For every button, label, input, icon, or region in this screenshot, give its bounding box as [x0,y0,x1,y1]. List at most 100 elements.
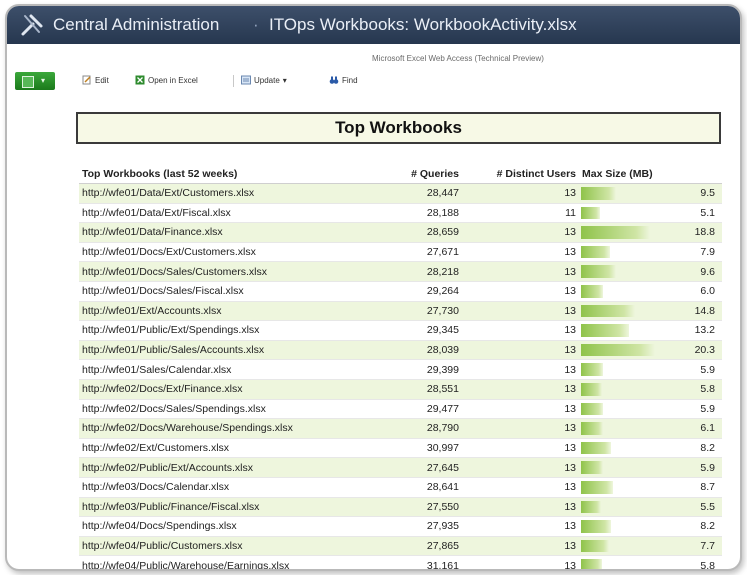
max-size-cell[interactable]: 9.5 [579,183,722,204]
table-row[interactable]: http://wfe02/Ext/Customers.xlsx 30,997 13 8… [79,438,722,459]
queries-cell[interactable]: 30,997 [382,438,462,459]
queries-cell[interactable]: 29,264 [382,281,462,302]
queries-cell[interactable]: 27,550 [382,497,462,518]
queries-cell[interactable]: 29,477 [382,399,462,420]
workbook-path-cell[interactable]: http://wfe02/Public/Ext/Accounts.xlsx [79,457,382,478]
queries-cell[interactable]: 27,935 [382,516,462,537]
queries-cell[interactable]: 27,865 [382,536,462,557]
max-size-cell[interactable]: 5.9 [579,457,722,478]
distinct-users-cell[interactable]: 13 [462,399,579,420]
max-size-cell[interactable]: 7.7 [579,536,722,557]
workbook-path-cell[interactable]: http://wfe03/Public/Finance/Fiscal.xlsx [79,497,382,518]
max-size-cell[interactable]: 5.1 [579,203,722,224]
max-size-cell[interactable]: 5.9 [579,399,722,420]
queries-cell[interactable]: 28,790 [382,418,462,439]
max-size-cell[interactable]: 7.9 [579,242,722,263]
queries-cell[interactable]: 28,188 [382,203,462,224]
edit-button[interactable]: Edit [82,75,109,85]
queries-cell[interactable]: 28,659 [382,222,462,243]
table-row[interactable]: http://wfe01/Data/Ext/Customers.xlsx 28,4… [79,183,722,204]
workbook-path-cell[interactable]: http://wfe01/Docs/Sales/Customers.xlsx [79,261,382,282]
queries-cell[interactable]: 28,551 [382,379,462,400]
max-size-cell[interactable]: 5.5 [579,497,722,518]
distinct-users-cell[interactable]: 13 [462,340,579,361]
workbook-path-cell[interactable]: http://wfe01/Data/Finance.xlsx [79,222,382,243]
distinct-users-cell[interactable]: 13 [462,359,579,380]
queries-cell[interactable]: 27,645 [382,457,462,478]
distinct-users-cell[interactable]: 13 [462,536,579,557]
max-size-cell[interactable]: 8.2 [579,516,722,537]
workbook-path-cell[interactable]: http://wfe02/Docs/Ext/Finance.xlsx [79,379,382,400]
workbook-path-cell[interactable]: http://wfe04/Public/Customers.xlsx [79,536,382,557]
distinct-users-cell[interactable]: 13 [462,261,579,282]
queries-cell[interactable]: 31,161 [382,555,462,569]
max-size-cell[interactable]: 6.0 [579,281,722,302]
distinct-users-cell[interactable]: 13 [462,242,579,263]
table-row[interactable]: http://wfe01/Data/Finance.xlsx 28,659 13 18… [79,222,722,243]
distinct-users-cell[interactable]: 13 [462,418,579,439]
file-menu-button[interactable]: ▾ [15,72,55,90]
table-row[interactable]: http://wfe01/Docs/Sales/Customers.xlsx 28… [79,261,722,282]
workbook-path-cell[interactable]: http://wfe01/Sales/Calendar.xlsx [79,359,382,380]
workbook-path-cell[interactable]: http://wfe01/Ext/Accounts.xlsx [79,301,382,322]
max-size-cell[interactable]: 9.6 [579,261,722,282]
distinct-users-cell[interactable]: 13 [462,457,579,478]
max-size-cell[interactable]: 5.8 [579,555,722,569]
table-row[interactable]: http://wfe03/Docs/Calendar.xlsx 28,641 13 8… [79,477,722,498]
table-row[interactable]: http://wfe01/Docs/Sales/Fiscal.xlsx 29,26… [79,281,722,302]
table-row[interactable]: http://wfe02/Docs/Sales/Spendings.xlsx 29… [79,399,722,420]
app-title[interactable]: Central Administration [53,6,219,44]
table-row[interactable]: http://wfe04/Docs/Spendings.xlsx 27,935 13… [79,516,722,537]
distinct-users-cell[interactable]: 13 [462,183,579,204]
queries-cell[interactable]: 29,399 [382,359,462,380]
table-row[interactable]: http://wfe01/Ext/Accounts.xlsx 27,730 13 14… [79,301,722,322]
queries-cell[interactable]: 28,218 [382,261,462,282]
table-row[interactable]: http://wfe01/Public/Ext/Spendings.xlsx 29… [79,320,722,341]
workbook-path-cell[interactable]: http://wfe02/Docs/Warehouse/Spendings.xl… [79,418,382,439]
table-row[interactable]: http://wfe04/Public/Warehouse/Earnings.x… [79,555,722,569]
workbook-path-cell[interactable]: http://wfe04/Public/Warehouse/Earnings.x… [79,555,382,569]
table-row[interactable]: http://wfe02/Public/Ext/Accounts.xlsx 27,… [79,457,722,478]
find-button[interactable]: Find [329,75,358,85]
queries-cell[interactable]: 28,039 [382,340,462,361]
max-size-cell[interactable]: 5.8 [579,379,722,400]
workbook-path-cell[interactable]: http://wfe01/Public/Sales/Accounts.xlsx [79,340,382,361]
distinct-users-cell[interactable]: 13 [462,477,579,498]
max-size-cell[interactable]: 18.8 [579,222,722,243]
workbook-path-cell[interactable]: http://wfe01/Public/Ext/Spendings.xlsx [79,320,382,341]
workbook-path-cell[interactable]: http://wfe03/Docs/Calendar.xlsx [79,477,382,498]
distinct-users-cell[interactable]: 13 [462,301,579,322]
workbook-path-cell[interactable]: http://wfe02/Docs/Sales/Spendings.xlsx [79,399,382,420]
distinct-users-cell[interactable]: 11 [462,203,579,224]
distinct-users-cell[interactable]: 13 [462,555,579,569]
max-size-cell[interactable]: 5.9 [579,359,722,380]
table-row[interactable]: http://wfe02/Docs/Warehouse/Spendings.xl… [79,418,722,439]
table-row[interactable]: http://wfe01/Sales/Calendar.xlsx 29,399 13… [79,359,722,380]
distinct-users-cell[interactable]: 13 [462,516,579,537]
distinct-users-cell[interactable]: 13 [462,438,579,459]
queries-cell[interactable]: 27,730 [382,301,462,322]
workbook-path-cell[interactable]: http://wfe01/Docs/Sales/Fiscal.xlsx [79,281,382,302]
open-in-excel-button[interactable]: Open in Excel [135,75,198,85]
max-size-cell[interactable]: 8.7 [579,477,722,498]
max-size-cell[interactable]: 8.2 [579,438,722,459]
table-row[interactable]: http://wfe01/Data/Ext/Fiscal.xlsx 28,188 1… [79,203,722,224]
distinct-users-cell[interactable]: 13 [462,281,579,302]
max-size-cell[interactable]: 14.8 [579,301,722,322]
update-menu[interactable]: Update ▾ [241,75,287,85]
workbook-path-cell[interactable]: http://wfe02/Ext/Customers.xlsx [79,438,382,459]
table-row[interactable]: http://wfe03/Public/Finance/Fiscal.xlsx 2… [79,497,722,518]
distinct-users-cell[interactable]: 13 [462,222,579,243]
distinct-users-cell[interactable]: 13 [462,320,579,341]
distinct-users-cell[interactable]: 13 [462,497,579,518]
queries-cell[interactable]: 29,345 [382,320,462,341]
workbook-path-cell[interactable]: http://wfe01/Data/Ext/Customers.xlsx [79,183,382,204]
table-row[interactable]: http://wfe01/Docs/Ext/Customers.xlsx 27,6… [79,242,722,263]
table-row[interactable]: http://wfe01/Public/Sales/Accounts.xlsx 2… [79,340,722,361]
max-size-cell[interactable]: 20.3 [579,340,722,361]
max-size-cell[interactable]: 13.2 [579,320,722,341]
table-row[interactable]: http://wfe02/Docs/Ext/Finance.xlsx 28,551… [79,379,722,400]
queries-cell[interactable]: 28,641 [382,477,462,498]
workbook-path-cell[interactable]: http://wfe01/Data/Ext/Fiscal.xlsx [79,203,382,224]
workbook-path-cell[interactable]: http://wfe04/Docs/Spendings.xlsx [79,516,382,537]
